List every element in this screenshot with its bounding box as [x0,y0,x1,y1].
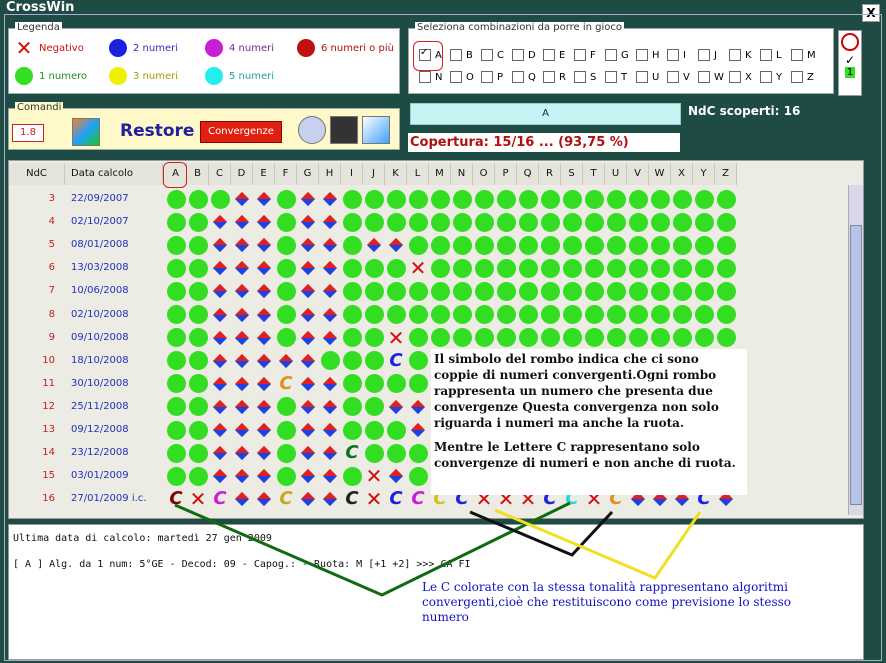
yellow-line [494,508,702,580]
annotation-lines [174,501,702,597]
